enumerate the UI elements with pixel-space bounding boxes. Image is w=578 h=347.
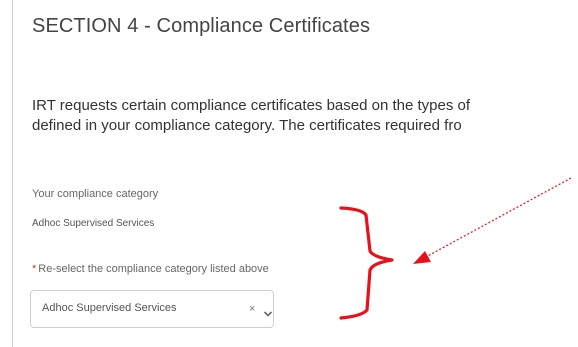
section-intro: IRT requests certain compliance certific… — [32, 96, 578, 136]
section-title: SECTION 4 - Compliance Certificates — [32, 15, 371, 37]
chevron-down-icon[interactable] — [263, 305, 273, 323]
select-value: Adhoc Supervised Services — [42, 302, 177, 314]
compliance-category-label: Your compliance category — [32, 188, 159, 200]
compliance-category-value: Adhoc Supervised Services — [32, 218, 155, 229]
reselect-category-label-text: Re-select the compliance category listed… — [38, 263, 269, 275]
close-icon[interactable]: × — [249, 303, 255, 315]
intro-line-2: defined in your compliance category. The… — [32, 117, 462, 134]
compliance-category-select[interactable]: Adhoc Supervised Services × — [30, 290, 274, 328]
reselect-category-label: * Re-select the compliance category liste… — [32, 263, 269, 275]
intro-line-1: IRT requests certain compliance certific… — [32, 97, 471, 114]
required-marker: * — [32, 263, 37, 275]
